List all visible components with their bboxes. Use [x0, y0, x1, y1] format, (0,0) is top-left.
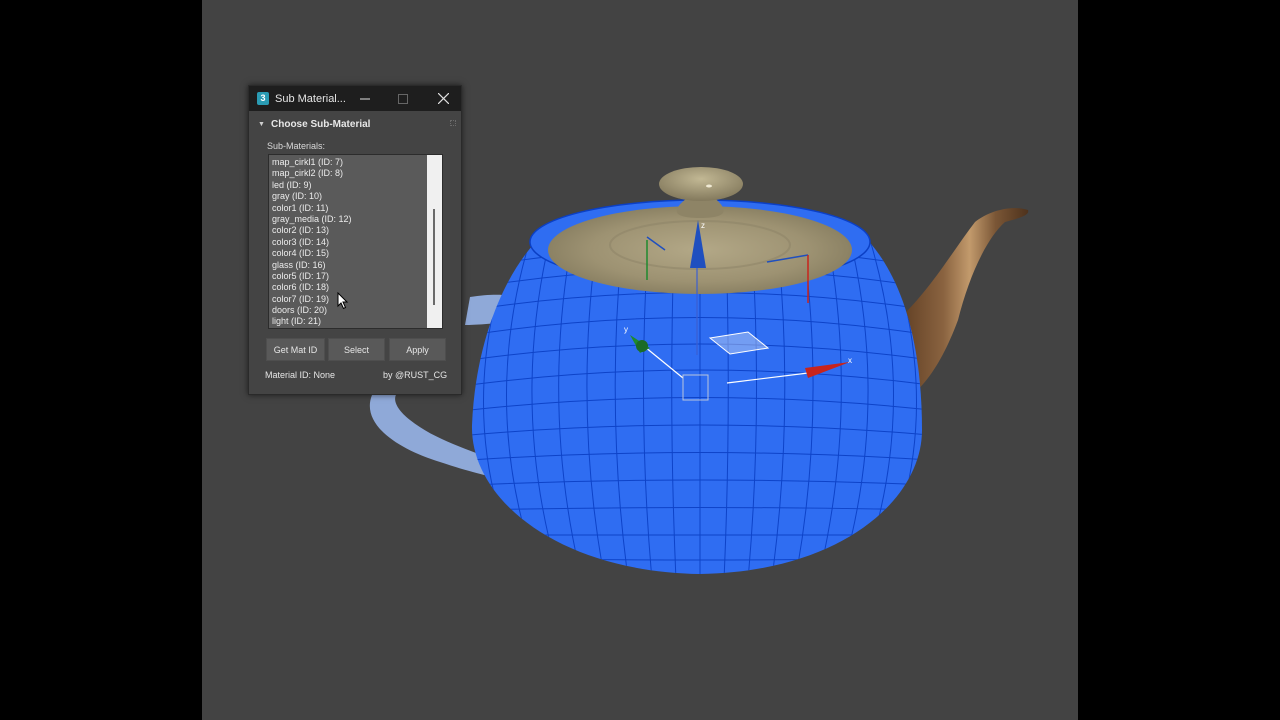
list-item[interactable]: light (ID: 21): [272, 316, 352, 327]
list-item[interactable]: color2 (ID: 13): [272, 225, 352, 236]
dialog-titlebar[interactable]: 3 Sub Material...: [249, 86, 461, 111]
get-mat-id-button[interactable]: Get Mat ID: [266, 338, 325, 361]
mouse-pointer-icon: [337, 292, 349, 310]
close-button[interactable]: [425, 86, 461, 111]
select-button[interactable]: Select: [328, 338, 385, 361]
collapse-triangle-icon[interactable]: ▼: [258, 121, 268, 128]
list-item[interactable]: gray (ID: 10): [272, 191, 352, 202]
maximize-icon: [398, 93, 408, 104]
credit-label: by @RUST_CG: [383, 370, 448, 380]
3dsmax-app-icon: 3: [257, 92, 269, 105]
dialog-title: Sub Material...: [275, 92, 346, 105]
list-item[interactable]: glass (ID: 16): [272, 260, 352, 271]
list-item[interactable]: color4 (ID: 15): [272, 248, 352, 259]
sub-materials-listbox[interactable]: map_cirkl1 (ID: 7) map_cirkl2 (ID: 8) led …: [268, 154, 443, 329]
listbox-scrollbar[interactable]: [427, 155, 442, 328]
minimize-button[interactable]: [347, 86, 383, 111]
apply-button[interactable]: Apply: [389, 338, 446, 361]
rollout-header[interactable]: ▼ Choose Sub-Material: [253, 116, 458, 132]
rollout-title: Choose Sub-Material: [271, 118, 371, 130]
list-item[interactable]: color5 (ID: 17): [272, 271, 352, 282]
svg-text:z: z: [701, 221, 705, 230]
rollout-grip-icon[interactable]: [450, 120, 456, 126]
sub-materials-label: Sub-Materials:: [267, 141, 326, 151]
minimize-icon: [360, 98, 370, 99]
sub-material-dialog: 3 Sub Material... ▼ Choose Sub-Material …: [248, 85, 462, 395]
list-item[interactable]: color1 (ID: 11): [272, 203, 352, 214]
material-id-status: Material ID: None: [265, 370, 336, 380]
list-item[interactable]: gray_media (ID: 12): [272, 214, 352, 225]
list-item[interactable]: map_cirkl1 (ID: 7): [272, 157, 352, 168]
maximize-button[interactable]: [385, 86, 421, 111]
close-icon: [437, 93, 449, 104]
svg-text:x: x: [848, 356, 852, 365]
scrollbar-thumb[interactable]: [433, 209, 435, 305]
svg-text:y: y: [624, 325, 628, 334]
list-item[interactable]: map_cirkl2 (ID: 8): [272, 168, 352, 179]
list-item[interactable]: color3 (ID: 14): [272, 237, 352, 248]
list-item[interactable]: led (ID: 9): [272, 180, 352, 191]
